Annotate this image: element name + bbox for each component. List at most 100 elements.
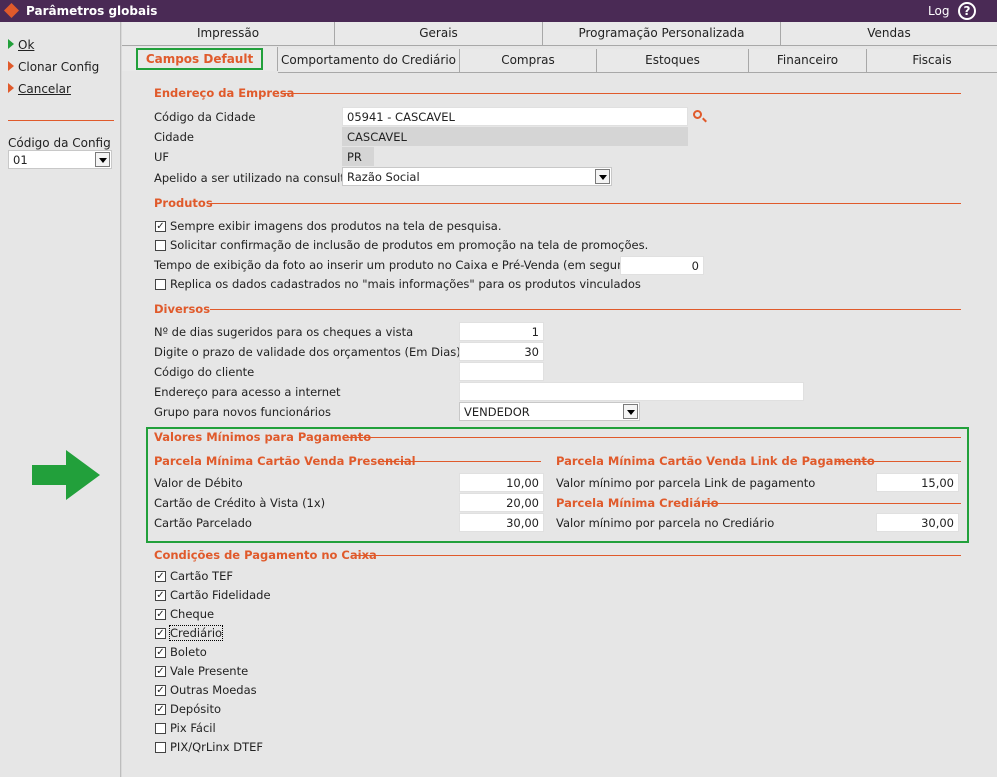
payment-condition-label: Cheque [170, 607, 215, 621]
codigo-cliente-field[interactable] [459, 362, 544, 381]
tab-impressao[interactable]: Impressão [122, 22, 335, 46]
section-divider [210, 203, 961, 204]
valor-debito-field[interactable]: 10,00 [459, 473, 544, 492]
endereco-internet-label: Endereço para acesso a internet [154, 385, 341, 399]
uf-field: PR [342, 147, 374, 166]
payment-condition-label: Depósito [170, 702, 221, 716]
endereco-internet-field[interactable] [459, 382, 804, 401]
checkbox-payment-condition[interactable]: ✓ [155, 666, 166, 677]
section-title-valores: Valores Mínimos para Pagamento [154, 430, 372, 444]
apelido-select[interactable]: Razão Social [342, 167, 612, 186]
clone-config-button[interactable]: Clonar Config [8, 60, 99, 76]
ok-button[interactable]: Ok [8, 38, 34, 54]
payment-condition-label: Vale Presente [170, 664, 249, 678]
tab-compras[interactable]: Compras [460, 49, 597, 73]
checkbox-payment-condition[interactable]: ✓ [155, 704, 166, 715]
left-divider [8, 120, 114, 121]
payment-condition-label: Cartão TEF [170, 569, 233, 583]
tab-financeiro[interactable]: Financeiro [749, 49, 867, 73]
config-code-label: Código da Config [8, 136, 111, 150]
dias-cheques-label: Nº de dias sugeridos para os cheques a v… [154, 325, 414, 339]
tab-gerais[interactable]: Gerais [335, 22, 543, 46]
section-title-produtos: Produtos [154, 196, 213, 210]
section-divider [210, 309, 961, 310]
app-logo-icon [4, 3, 19, 18]
log-button[interactable]: Log [928, 4, 949, 18]
tab-fiscais[interactable]: Fiscais [867, 49, 997, 73]
tempo-foto-field[interactable]: 0 [620, 256, 704, 275]
payment-condition-label: Cartão Fidelidade [170, 588, 271, 602]
cancel-button[interactable]: Cancelar [8, 82, 71, 98]
section-divider [282, 93, 961, 94]
window-title: Parâmetros globais [26, 4, 158, 18]
checkbox-payment-condition[interactable]: ✓ [155, 590, 166, 601]
subsection-crediario: Parcela Mínima Crediário [556, 496, 719, 510]
replica-dados-label: Replica os dados cadastrados no "mais in… [170, 277, 641, 291]
section-title-condicoes: Condições de Pagamento no Caixa [154, 548, 377, 562]
uf-label: UF [154, 150, 170, 164]
tab-comportamento-crediario[interactable]: Comportamento do Crediário [278, 49, 460, 73]
section-divider [352, 555, 961, 556]
credito-vista-label: Cartão de Crédito à Vista (1x) [154, 496, 326, 510]
prazo-orcamentos-label: Digite o prazo de validade dos orçamento… [154, 345, 461, 359]
chevron-down-icon[interactable] [95, 152, 110, 167]
help-icon[interactable]: ? [958, 2, 976, 20]
prazo-orcamentos-field[interactable]: 30 [459, 342, 544, 361]
cartao-parcelado-field[interactable]: 30,00 [459, 513, 544, 532]
subsection-link: Parcela Mínima Cartão Venda Link de Paga… [556, 454, 875, 468]
cidade-label: Cidade [154, 130, 194, 144]
payment-condition-label: Boleto [170, 645, 207, 659]
checkbox-payment-condition[interactable] [155, 723, 166, 734]
credito-vista-field[interactable]: 20,00 [459, 493, 544, 512]
tempo-foto-label: Tempo de exibição da foto ao inserir um … [154, 258, 654, 272]
section-title-empresa: Endereço da Empresa [154, 86, 295, 100]
orange-arrow-icon [8, 61, 14, 71]
chevron-down-icon[interactable] [595, 169, 610, 184]
checkbox-payment-condition[interactable]: ✓ [155, 685, 166, 696]
tab-programacao[interactable]: Programação Personalizada [543, 22, 781, 46]
tab-campos-default[interactable]: Campos Default [122, 47, 278, 71]
section-divider [382, 461, 541, 462]
valor-debito-label: Valor de Débito [154, 476, 243, 490]
checkbox-exibir-imagens[interactable]: ✓ [155, 221, 166, 232]
grupo-funcionarios-select[interactable]: VENDEDOR [459, 402, 640, 421]
title-bar: Parâmetros globais Log ? [0, 0, 997, 22]
cartao-parcelado-label: Cartão Parcelado [154, 516, 252, 530]
grupo-funcionarios-label: Grupo para novos funcionários [154, 405, 331, 419]
tab-vendas[interactable]: Vendas [781, 22, 997, 46]
section-divider [836, 461, 961, 462]
crediario-parcela-label: Valor mínimo por parcela no Crediário [556, 516, 775, 530]
green-arrow-icon [8, 39, 14, 49]
crediario-parcela-field[interactable]: 30,00 [876, 513, 959, 532]
codigo-cliente-label: Código do cliente [154, 365, 255, 379]
checkbox-payment-condition[interactable]: ✓ [155, 571, 166, 582]
checkbox-payment-condition[interactable]: ✓ [155, 647, 166, 658]
checkbox-confirmacao-promocao[interactable] [155, 240, 166, 251]
checkbox-payment-condition[interactable]: ✓ [155, 609, 166, 620]
dias-cheques-field[interactable]: 1 [459, 322, 544, 341]
payment-condition-label: Outras Moedas [170, 683, 257, 697]
payment-condition-label: PIX/QrLinx DTEF [170, 740, 263, 754]
apelido-label: Apelido a ser utilizado na consulta [154, 171, 352, 185]
tab-estoques[interactable]: Estoques [597, 49, 749, 73]
chevron-down-icon[interactable] [623, 404, 638, 419]
section-divider [703, 503, 961, 504]
search-icon[interactable] [693, 110, 702, 119]
link-pagamento-label: Valor mínimo por parcela Link de pagamen… [556, 476, 816, 490]
checkbox-payment-condition[interactable] [155, 742, 166, 753]
codigo-cidade-field[interactable]: 05941 - CASCAVEL [342, 107, 688, 126]
section-title-diversos: Diversos [154, 302, 211, 316]
section-divider [344, 437, 961, 438]
checkbox-payment-condition[interactable]: ✓ [155, 628, 166, 639]
link-pagamento-field[interactable]: 15,00 [876, 473, 959, 492]
orange-arrow-icon [8, 83, 14, 93]
codigo-cidade-label: Código da Cidade [154, 110, 256, 124]
config-code-select[interactable]: 01 [8, 150, 112, 169]
checkbox-replica-dados[interactable] [155, 279, 166, 290]
subsection-presencial: Parcela Mínima Cartão Venda Presencial [154, 454, 416, 468]
payment-condition-label: Pix Fácil [170, 721, 216, 735]
exibir-imagens-label: Sempre exibir imagens dos produtos na te… [170, 219, 502, 233]
cidade-field: CASCAVEL [342, 127, 688, 146]
confirmacao-promocao-label: Solicitar confirmação de inclusão de pro… [170, 238, 649, 252]
payment-condition-label: Crediário [168, 625, 224, 641]
